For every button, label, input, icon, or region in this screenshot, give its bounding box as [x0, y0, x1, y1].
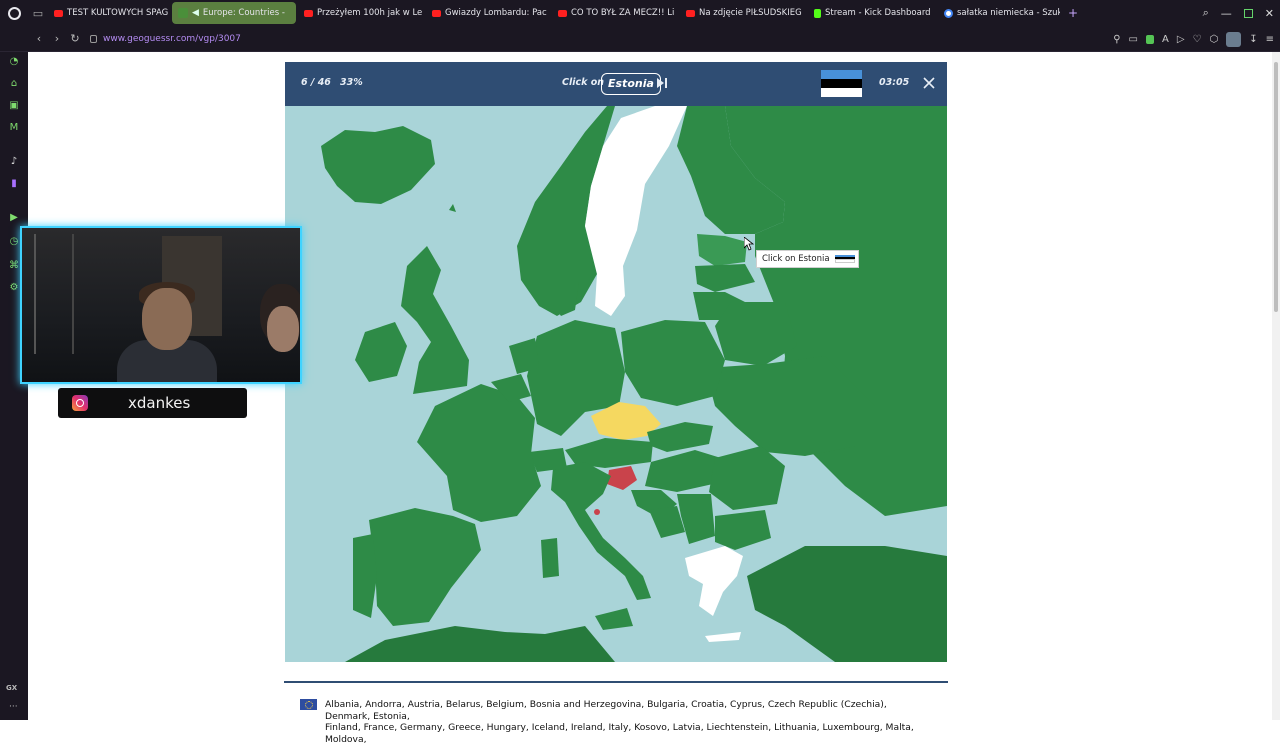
reload-icon[interactable]: ↻	[66, 32, 84, 45]
flag-stripe-black	[821, 79, 862, 88]
browser-tab[interactable]: Przeżyłem 100h jak w Le	[298, 2, 424, 24]
profile-avatar[interactable]	[1226, 31, 1242, 47]
tab-label: sałatka niemiecka - Szuka	[957, 8, 1060, 18]
player-icon[interactable]: ▶	[8, 212, 20, 224]
streamer-face	[142, 288, 192, 350]
tab-label: Stream - Kick Dashboard	[825, 8, 931, 18]
country-list-line: Finland, France, Germany, Greece, Hungar…	[325, 722, 914, 745]
browser-tab[interactable]: TEST KULTOWYCH SPAG	[48, 2, 170, 24]
geoguessr-icon	[178, 8, 188, 18]
translate-icon[interactable]: A	[1162, 34, 1169, 45]
shield-icon[interactable]	[1145, 34, 1154, 44]
flag-stripe-blue	[821, 70, 862, 79]
youtube-icon	[432, 9, 441, 17]
history-icon[interactable]: ◷	[8, 236, 20, 248]
youtube-icon	[558, 9, 567, 17]
country-list: Albania, Andorra, Austria, Belarus, Belg…	[325, 699, 925, 745]
hover-tooltip: Click on Estonia	[756, 250, 859, 268]
tooltip-text: Click on Estonia	[762, 254, 830, 264]
youtube-icon	[54, 9, 63, 17]
flag-stripe-white	[821, 88, 862, 97]
europe-map[interactable]	[285, 106, 947, 662]
instagram-handle: xdankes	[128, 394, 191, 412]
country-san-marino[interactable]	[594, 509, 600, 515]
search-icon[interactable]: ⌕	[1203, 6, 1209, 20]
heart-icon[interactable]: ♡	[1193, 34, 1202, 45]
browser-sidebar: ◔ ⌂ ▣ M ♪ ▮ ▶ ◷ ⌘ ⚙ GX ···	[0, 52, 28, 720]
instagram-badge: xdankes	[58, 388, 247, 418]
url-text: www.geoguessr.com/vgp/3007	[103, 33, 241, 44]
tab-menu-icon[interactable]: ▭	[28, 0, 48, 26]
shopping-icon[interactable]: ⌂	[8, 78, 20, 90]
quiz-panel: 6 / 46 33% Click on Estonia 03:05	[285, 62, 947, 662]
timer: 03:05	[879, 77, 910, 88]
youtube-icon	[686, 9, 695, 17]
browser-tab[interactable]: Na zdjęcie PIŁSUDSKIEG	[680, 2, 806, 24]
menu-icon[interactable]: ≡	[1266, 34, 1274, 45]
google-icon	[944, 8, 953, 18]
lock-icon	[90, 34, 97, 43]
skip-icon[interactable]	[656, 77, 668, 89]
new-tab-icon[interactable]: +	[1068, 6, 1078, 20]
pin-icon[interactable]: ⚲	[1113, 34, 1120, 45]
minimize-icon[interactable]: —	[1221, 7, 1232, 20]
tab-label: Przeżyłem 100h jak w Le	[317, 8, 423, 18]
mouse-cursor-icon	[744, 237, 754, 251]
bookmark-icon[interactable]: ▭	[1129, 34, 1138, 45]
country-list-line: Albania, Andorra, Austria, Belarus, Belg…	[325, 699, 887, 722]
tiktok-icon[interactable]: ♪	[8, 156, 20, 168]
url-field[interactable]: www.geoguessr.com/vgp/3007	[90, 34, 241, 44]
maximize-icon[interactable]	[1243, 8, 1253, 18]
tab-label: Europe: Countries -	[202, 8, 285, 18]
browser-tab[interactable]: Gwiazdy Lombardu: Pac	[426, 2, 550, 24]
estonia-flag	[821, 70, 862, 97]
messenger-icon[interactable]: M	[8, 122, 20, 134]
image-icon[interactable]: ▣	[8, 100, 20, 112]
prompt-label: Click on	[562, 77, 605, 88]
close-icon[interactable]	[922, 76, 936, 90]
opera-logo-icon[interactable]	[0, 0, 28, 26]
kick-icon	[814, 8, 821, 18]
browser-tab[interactable]: sałatka niemiecka - Szuka	[938, 2, 1060, 24]
extensions-icon[interactable]: ⬡	[1209, 34, 1218, 45]
estonia-flag-icon	[834, 254, 855, 264]
play-icon[interactable]: ▷	[1177, 34, 1185, 45]
settings-icon[interactable]: ⚙	[8, 282, 20, 294]
guest-face	[267, 306, 299, 352]
progress-counter: 6 / 46	[301, 77, 331, 88]
country-sardinia[interactable]	[541, 538, 559, 578]
target-country: Estonia	[601, 73, 661, 95]
tab-label: CO TO BYŁ ZA MECZ!! Li	[571, 8, 675, 18]
page-scrollbar[interactable]	[1272, 52, 1280, 720]
tab-label: Na zdjęcie PIŁSUDSKIEG	[699, 8, 802, 18]
youtube-icon	[304, 9, 313, 17]
background-rack	[34, 234, 74, 354]
speaker-icon: ◀	[192, 8, 199, 18]
browser-tab-active[interactable]: ◀ Europe: Countries -	[172, 2, 296, 24]
quiz-header: 6 / 46 33% Click on Estonia 03:05	[285, 62, 947, 106]
browser-tab[interactable]: CO TO BYŁ ZA MECZ!! Li	[552, 2, 678, 24]
snapshot-icon[interactable]: ⌘	[8, 260, 20, 272]
twitch-icon[interactable]: ▮	[8, 178, 20, 190]
more-icon[interactable]: ···	[9, 702, 18, 712]
instagram-icon	[72, 395, 88, 411]
downloads-icon[interactable]: ↧	[1249, 34, 1257, 45]
score-percent: 33%	[340, 77, 363, 88]
aria-icon[interactable]: ◔	[8, 56, 20, 68]
browser-tab-bar: ▭ TEST KULTOWYCH SPAG ◀ Europe: Countries…	[0, 0, 1280, 26]
close-window-icon[interactable]: ✕	[1265, 7, 1274, 20]
tab-label: TEST KULTOWYCH SPAG	[67, 8, 169, 18]
list-divider	[284, 681, 948, 683]
eu-flag-icon	[300, 699, 317, 710]
browser-tab[interactable]: Stream - Kick Dashboard	[808, 2, 936, 24]
scrollbar-thumb[interactable]	[1274, 62, 1278, 312]
address-bar: ‹ › ↻ www.geoguessr.com/vgp/3007 ⚲ ▭ A ▷…	[0, 26, 1280, 52]
back-icon[interactable]: ‹	[30, 32, 48, 45]
forward-icon[interactable]: ›	[48, 32, 66, 45]
webcam-overlay	[20, 226, 302, 384]
gx-icon[interactable]: GX	[6, 684, 17, 692]
tab-label: Gwiazdy Lombardu: Pac	[445, 8, 547, 18]
